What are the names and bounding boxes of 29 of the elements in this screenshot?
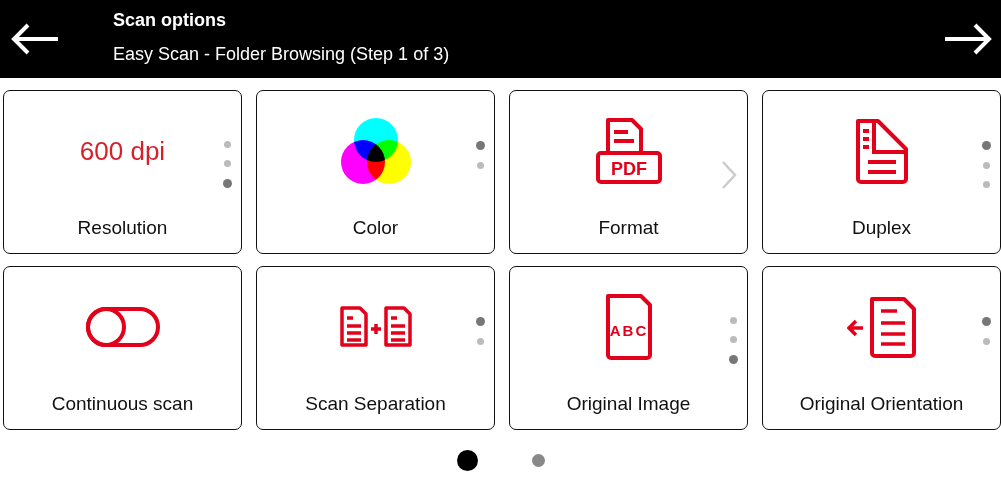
- option-tile[interactable]: ABC Original Image: [509, 266, 748, 430]
- text-page-icon: ABC: [603, 293, 654, 361]
- option-tile[interactable]: PDF Format: [509, 90, 748, 254]
- option-tile[interactable]: 600 dpi Resolution: [3, 90, 242, 254]
- option-tile[interactable]: Original Orientation: [762, 266, 1001, 430]
- option-tile[interactable]: Continuous scan: [3, 266, 242, 430]
- two-documents-icon: [338, 306, 413, 348]
- page-dot[interactable]: [531, 454, 545, 467]
- option-value: 600 dpi: [79, 135, 166, 167]
- color-circles-icon: [340, 118, 411, 184]
- page-dot[interactable]: [456, 450, 478, 471]
- option-label: Color: [352, 217, 399, 239]
- option-tile[interactable]: Scan Separation: [256, 266, 495, 430]
- option-label: Scan Separation: [305, 393, 446, 415]
- screen-title: Scan options: [113, 9, 227, 31]
- toggle-icon: [85, 307, 160, 347]
- page-arrow-icon: [846, 296, 917, 358]
- next-button[interactable]: [943, 22, 993, 56]
- document-icon: [853, 117, 910, 185]
- option-label: Format: [598, 217, 659, 239]
- option-label: Resolution: [77, 217, 168, 239]
- back-button[interactable]: [10, 22, 60, 56]
- option-label: Original Image: [566, 393, 691, 415]
- option-tile[interactable]: Duplex: [762, 90, 1001, 254]
- screen-subtitle: Easy Scan - Folder Browsing (Step 1 of 3): [113, 43, 451, 65]
- option-tile[interactable]: Color: [256, 90, 495, 254]
- option-label: Original Orientation: [799, 393, 964, 415]
- option-label: Continuous scan: [51, 393, 194, 415]
- option-label: Duplex: [851, 217, 912, 239]
